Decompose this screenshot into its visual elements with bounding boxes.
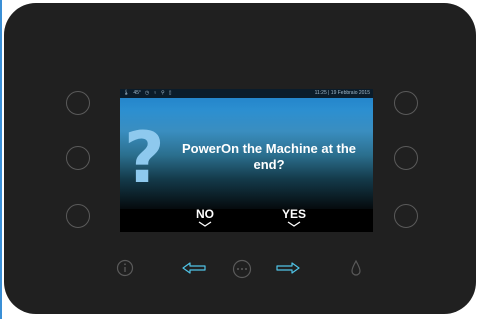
left-edge-line [0,0,2,319]
person-icon: ♀ [153,90,158,96]
thermometer-icon: 🌡 [123,90,130,96]
chevron-down-icon [198,221,212,227]
right-button-3[interactable] [394,204,418,228]
left-arrow-icon[interactable] [182,262,206,274]
right-button-1[interactable] [394,91,418,115]
temperature-readout: 45° [133,90,141,96]
dialog-message: PowerOn the Machine at the end? [181,141,357,172]
info-icon[interactable] [116,259,134,277]
menu-dots-icon[interactable] [232,259,252,279]
right-button-2[interactable] [394,146,418,170]
left-button-2[interactable] [66,146,90,170]
tap-icon: ⚲ [161,90,165,96]
left-button-3[interactable] [66,204,90,228]
no-label: NO [196,207,214,221]
right-arrow-icon[interactable] [276,262,300,274]
question-mark-icon: ? [124,117,165,199]
water-drop-icon[interactable] [350,259,362,277]
timer-icon: ◷ [144,90,150,96]
control-panel: 🌡 45° ◷ ♀ ⚲ ▯ 11:25 | 19 Febbraio 2015 ?… [4,3,476,314]
left-button-1[interactable] [66,91,90,115]
display-screen: 🌡 45° ◷ ♀ ⚲ ▯ 11:25 | 19 Febbraio 2015 ?… [120,89,373,232]
cup-icon: ▯ [168,90,172,96]
datetime: 11:25 | 19 Febbraio 2015 [314,90,370,96]
yes-label: YES [281,207,306,221]
status-bar: 🌡 45° ◷ ♀ ⚲ ▯ 11:25 | 19 Febbraio 2015 [120,89,373,98]
chevron-down-icon [287,221,301,227]
no-button[interactable]: NO [185,207,225,227]
yes-button[interactable]: YES [274,207,314,227]
